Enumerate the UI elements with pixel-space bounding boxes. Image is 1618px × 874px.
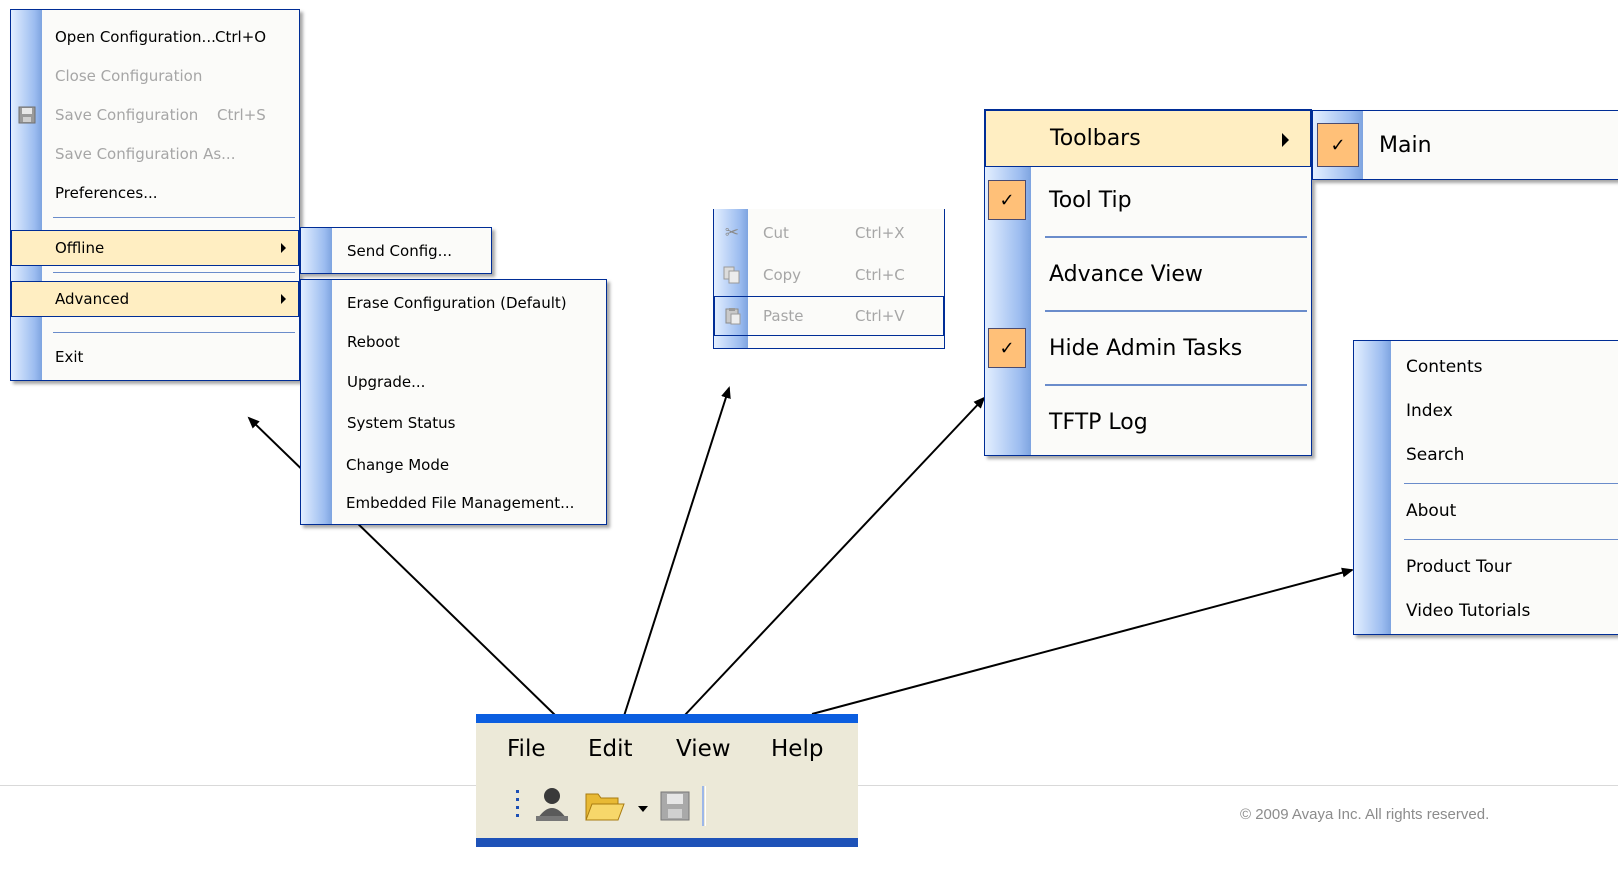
scissors-icon: ✂	[724, 223, 740, 243]
separator	[1404, 483, 1618, 484]
check-icon: ✓	[988, 180, 1026, 220]
separator	[53, 272, 295, 273]
main-toolbar	[506, 780, 734, 832]
toolbars-submenu: ✓ Main	[1312, 110, 1618, 180]
menu-item-preferences[interactable]: Preferences...	[11, 176, 299, 210]
menu-item-advanced[interactable]: Advanced	[11, 281, 299, 317]
menu-item-reboot[interactable]: Reboot	[301, 324, 606, 360]
menu-item-upgrade[interactable]: Upgrade...	[301, 364, 606, 400]
arrow-to-view-menu	[683, 396, 986, 717]
toolbar-grip[interactable]	[516, 790, 519, 817]
menu-item-advance-view[interactable]: Advance View	[985, 246, 1311, 302]
help-menu: Contents Index Search About Product Tour…	[1353, 340, 1618, 635]
separator	[1045, 310, 1307, 312]
submenu-arrow-icon	[1282, 133, 1289, 147]
separator	[1045, 384, 1307, 386]
save-icon[interactable]	[660, 791, 690, 821]
menu-item-embedded-file-management[interactable]: Embedded File Management...	[301, 485, 606, 521]
menu-item-change-mode[interactable]: Change Mode	[301, 447, 606, 483]
check-icon: ✓	[988, 328, 1026, 368]
paste-icon	[723, 306, 743, 326]
menubar-help[interactable]: Help	[771, 736, 823, 762]
arrow-to-edit-menu	[623, 386, 731, 717]
menubar-view[interactable]: View	[676, 736, 731, 762]
menu-item-open-configuration[interactable]: Open Configuration... Ctrl+O	[11, 20, 299, 54]
menu-item-tftp-log[interactable]: TFTP Log	[985, 394, 1311, 450]
menu-item-erase-configuration[interactable]: Erase Configuration (Default)	[301, 285, 606, 321]
menu-item-cut[interactable]: ✂ Cut Ctrl+X	[714, 215, 944, 251]
submenu-arrow-icon	[281, 243, 286, 253]
submenu-arrow-icon	[281, 294, 286, 304]
view-menu: Toolbars ✓ Tool Tip Advance View ✓ Hide …	[984, 109, 1312, 456]
menubar-edit[interactable]: Edit	[588, 736, 633, 762]
copyright-text: © 2009 Avaya Inc. All rights reserved.	[1240, 806, 1490, 823]
menu-item-product-tour[interactable]: Product Tour	[1354, 549, 1618, 585]
separator	[1404, 539, 1618, 540]
edit-menu: ✂ Cut Ctrl+X Copy Ctrl+C Paste Ctrl+V	[713, 209, 945, 349]
menu-item-contents[interactable]: Contents	[1354, 349, 1618, 385]
menu-item-send-config[interactable]: Send Config...	[301, 233, 491, 269]
separator	[53, 332, 295, 333]
menu-item-copy[interactable]: Copy Ctrl+C	[714, 257, 944, 293]
menu-item-system-status[interactable]: System Status	[301, 405, 606, 441]
menubar-file[interactable]: File	[507, 736, 546, 762]
menu-item-video-tutorials[interactable]: Video Tutorials	[1354, 593, 1618, 629]
menu-item-save-configuration[interactable]: Save Configuration Ctrl+S	[11, 98, 299, 132]
dropdown-arrow-icon[interactable]	[638, 806, 648, 812]
arrow-to-help-menu	[811, 567, 1354, 715]
user-icon[interactable]	[536, 788, 568, 821]
menu-item-hide-admin-tasks[interactable]: ✓ Hide Admin Tasks	[985, 320, 1311, 376]
application-menubar: File Edit View Help	[476, 714, 858, 847]
menu-item-tool-tip[interactable]: ✓ Tool Tip	[985, 172, 1311, 228]
menu-item-index[interactable]: Index	[1354, 393, 1618, 429]
toolbar-separator	[702, 786, 706, 826]
open-folder-icon[interactable]	[585, 793, 625, 821]
menu-item-offline[interactable]: Offline	[11, 230, 299, 266]
menu-item-about[interactable]: About	[1354, 493, 1618, 529]
copy-icon	[722, 265, 742, 285]
offline-submenu: Send Config...	[300, 227, 492, 274]
menu-item-paste[interactable]: Paste Ctrl+V	[714, 296, 944, 336]
check-icon: ✓	[1317, 123, 1359, 167]
menu-item-main-toolbar[interactable]: ✓ Main	[1313, 115, 1618, 175]
menu-item-close-configuration[interactable]: Close Configuration	[11, 59, 299, 93]
menu-item-search[interactable]: Search	[1354, 437, 1618, 473]
separator	[1045, 236, 1307, 238]
floppy-disk-icon	[17, 105, 37, 125]
title-bar	[476, 714, 858, 723]
toolbar-bottom-bar	[476, 838, 858, 847]
file-menu: Open Configuration... Ctrl+O Close Confi…	[10, 9, 300, 381]
separator	[53, 217, 295, 218]
menu-item-exit[interactable]: Exit	[11, 340, 299, 374]
menu-item-toolbars[interactable]: Toolbars	[985, 110, 1311, 167]
advanced-submenu: Erase Configuration (Default) Reboot Upg…	[300, 279, 607, 525]
menu-item-save-configuration-as[interactable]: Save Configuration As...	[11, 137, 299, 171]
